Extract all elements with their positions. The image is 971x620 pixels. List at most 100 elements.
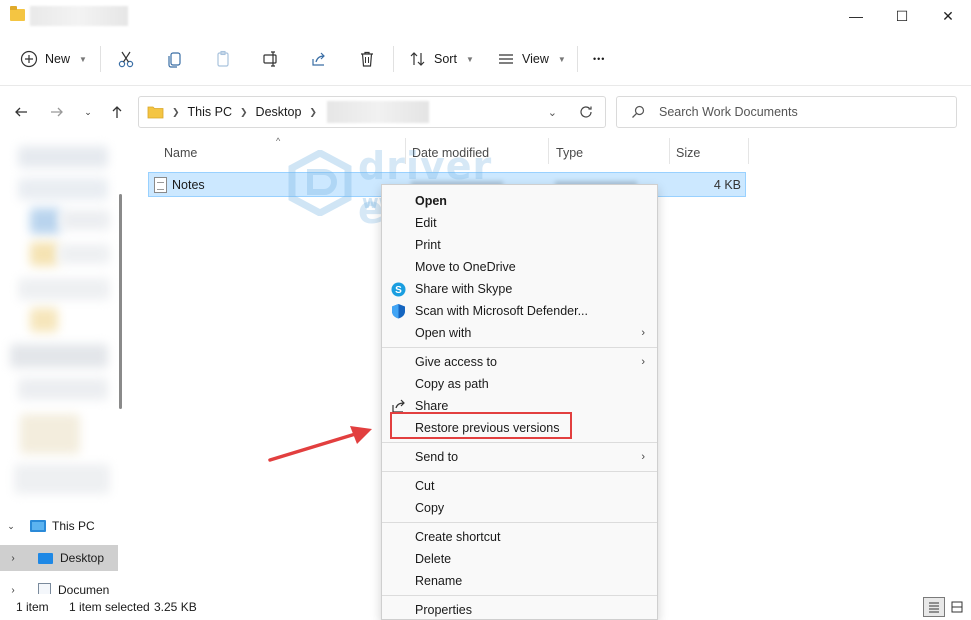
menu-item-label: Cut xyxy=(415,479,435,493)
share-icon xyxy=(390,398,406,414)
menu-item-label: Properties xyxy=(415,603,472,617)
share-button[interactable] xyxy=(310,32,328,86)
menu-item-move-to-onedrive[interactable]: Move to OneDrive xyxy=(382,256,657,278)
menu-item-create-shortcut[interactable]: Create shortcut xyxy=(382,526,657,548)
defender-icon xyxy=(390,303,406,319)
view-button[interactable]: View ▼ xyxy=(497,32,566,86)
address-bar[interactable]: ❯ This PC ❯ Desktop ❯ ⌄ xyxy=(138,96,606,128)
breadcrumb-redacted xyxy=(326,101,429,123)
nav-item-this-pc[interactable]: ⌄ This PC xyxy=(0,513,118,539)
copy-button[interactable] xyxy=(166,32,184,86)
back-button[interactable] xyxy=(10,100,32,124)
nav-item-redacted xyxy=(10,344,108,368)
menu-item-edit[interactable]: Edit xyxy=(382,212,657,234)
column-header-size[interactable]: Size xyxy=(676,138,700,168)
more-button[interactable]: ••• xyxy=(593,32,605,86)
view-label: View xyxy=(522,52,549,66)
menu-separator xyxy=(382,522,657,523)
chevron-right-icon: › xyxy=(641,356,645,368)
rename-button[interactable] xyxy=(262,32,280,86)
menu-item-label: Copy xyxy=(415,501,445,515)
window-title-redacted xyxy=(30,6,128,26)
sort-button[interactable]: Sort ▼ xyxy=(409,32,474,86)
column-header-label: Size xyxy=(676,146,701,160)
menu-item-send-to[interactable]: Send to › xyxy=(382,446,657,468)
nav-item-redacted xyxy=(30,242,58,266)
paste-icon xyxy=(217,50,229,67)
column-header-date-modified[interactable]: Date modified xyxy=(412,138,489,168)
status-selected-size: 3.25 KB xyxy=(154,600,197,614)
tiles-view-button[interactable] xyxy=(946,597,968,617)
minimize-button[interactable]: — xyxy=(833,0,879,32)
menu-item-share[interactable]: Share xyxy=(382,395,657,417)
menu-item-copy[interactable]: Copy xyxy=(382,497,657,519)
nav-item-desktop[interactable]: › Desktop xyxy=(0,545,118,571)
menu-item-label: Move to OneDrive xyxy=(415,260,516,274)
menu-separator xyxy=(382,442,657,443)
delete-button[interactable] xyxy=(358,32,376,86)
menu-item-cut[interactable]: Cut xyxy=(382,475,657,497)
copy-icon xyxy=(168,52,181,68)
menu-item-label: Create shortcut xyxy=(415,530,501,544)
menu-item-properties[interactable]: Properties xyxy=(382,599,657,620)
file-name: Notes xyxy=(172,178,205,192)
refresh-icon[interactable] xyxy=(579,105,593,119)
new-button[interactable]: New ▼ xyxy=(20,32,87,86)
paste-button[interactable] xyxy=(214,32,232,86)
up-button[interactable] xyxy=(106,100,128,124)
address-history-chevron-icon[interactable]: ⌄ xyxy=(548,106,557,119)
column-divider[interactable] xyxy=(548,138,549,164)
chevron-right-icon: › xyxy=(11,552,15,564)
breadcrumb-desktop[interactable]: Desktop xyxy=(256,105,302,119)
column-divider[interactable] xyxy=(669,138,670,164)
menu-item-label: Print xyxy=(415,238,441,252)
chevron-right-icon: › xyxy=(641,451,645,463)
column-divider[interactable] xyxy=(748,138,749,164)
computer-icon xyxy=(30,520,46,532)
menu-item-share-with-skype[interactable]: S Share with Skype xyxy=(382,278,657,300)
toolbar-divider xyxy=(100,46,101,72)
column-header-type[interactable]: Type xyxy=(556,138,583,168)
breadcrumb-this-pc[interactable]: This PC xyxy=(188,105,232,119)
menu-item-delete[interactable]: Delete xyxy=(382,548,657,570)
cut-button[interactable] xyxy=(117,32,135,86)
menu-item-scan-with-defender[interactable]: Scan with Microsoft Defender... xyxy=(382,300,657,322)
menu-item-label: Copy as path xyxy=(415,377,489,391)
menu-item-open[interactable]: Open xyxy=(382,190,657,212)
nav-item-label: Desktop xyxy=(60,551,105,565)
menu-item-restore-previous-versions[interactable]: Restore previous versions xyxy=(382,417,657,439)
details-view-button[interactable] xyxy=(923,597,945,617)
arrow-up-icon xyxy=(112,106,122,118)
tiles-view-icon xyxy=(951,601,963,613)
menu-item-open-with[interactable]: Open with › xyxy=(382,322,657,344)
nav-item-redacted xyxy=(14,464,110,494)
forward-button[interactable] xyxy=(46,100,68,124)
close-button[interactable]: ✕ xyxy=(925,0,971,32)
nav-item-label: This PC xyxy=(52,519,95,533)
column-header-name[interactable]: Name xyxy=(164,138,197,168)
menu-item-give-access-to[interactable]: Give access to › xyxy=(382,351,657,373)
details-view-icon xyxy=(929,602,939,613)
menu-separator xyxy=(382,347,657,348)
menu-item-print[interactable]: Print xyxy=(382,234,657,256)
chevron-down-icon: ▼ xyxy=(465,54,474,64)
chevron-right-icon: › xyxy=(641,327,645,339)
search-box[interactable]: Search Work Documents xyxy=(616,96,957,128)
column-divider[interactable] xyxy=(405,138,406,164)
menu-item-copy-as-path[interactable]: Copy as path xyxy=(382,373,657,395)
svg-text:S: S xyxy=(395,285,402,296)
menu-item-rename[interactable]: Rename xyxy=(382,570,657,592)
command-bar: New ▼ Sort ▼ View ▼ ••• xyxy=(0,32,971,86)
maximize-button[interactable]: ☐ xyxy=(879,0,925,32)
search-placeholder: Search Work Documents xyxy=(659,105,798,119)
sort-icon xyxy=(410,52,425,66)
menu-item-label: Restore previous versions xyxy=(415,421,560,435)
new-label: New xyxy=(45,52,71,66)
status-selected-count: 1 item selected xyxy=(69,600,150,614)
menu-item-label: Edit xyxy=(415,216,437,230)
nav-item-redacted xyxy=(18,146,108,168)
recent-locations-button[interactable]: ⌄ xyxy=(77,100,99,124)
skype-icon: S xyxy=(390,281,406,297)
nav-scrollbar[interactable] xyxy=(119,194,122,409)
nav-item-redacted xyxy=(18,378,108,400)
